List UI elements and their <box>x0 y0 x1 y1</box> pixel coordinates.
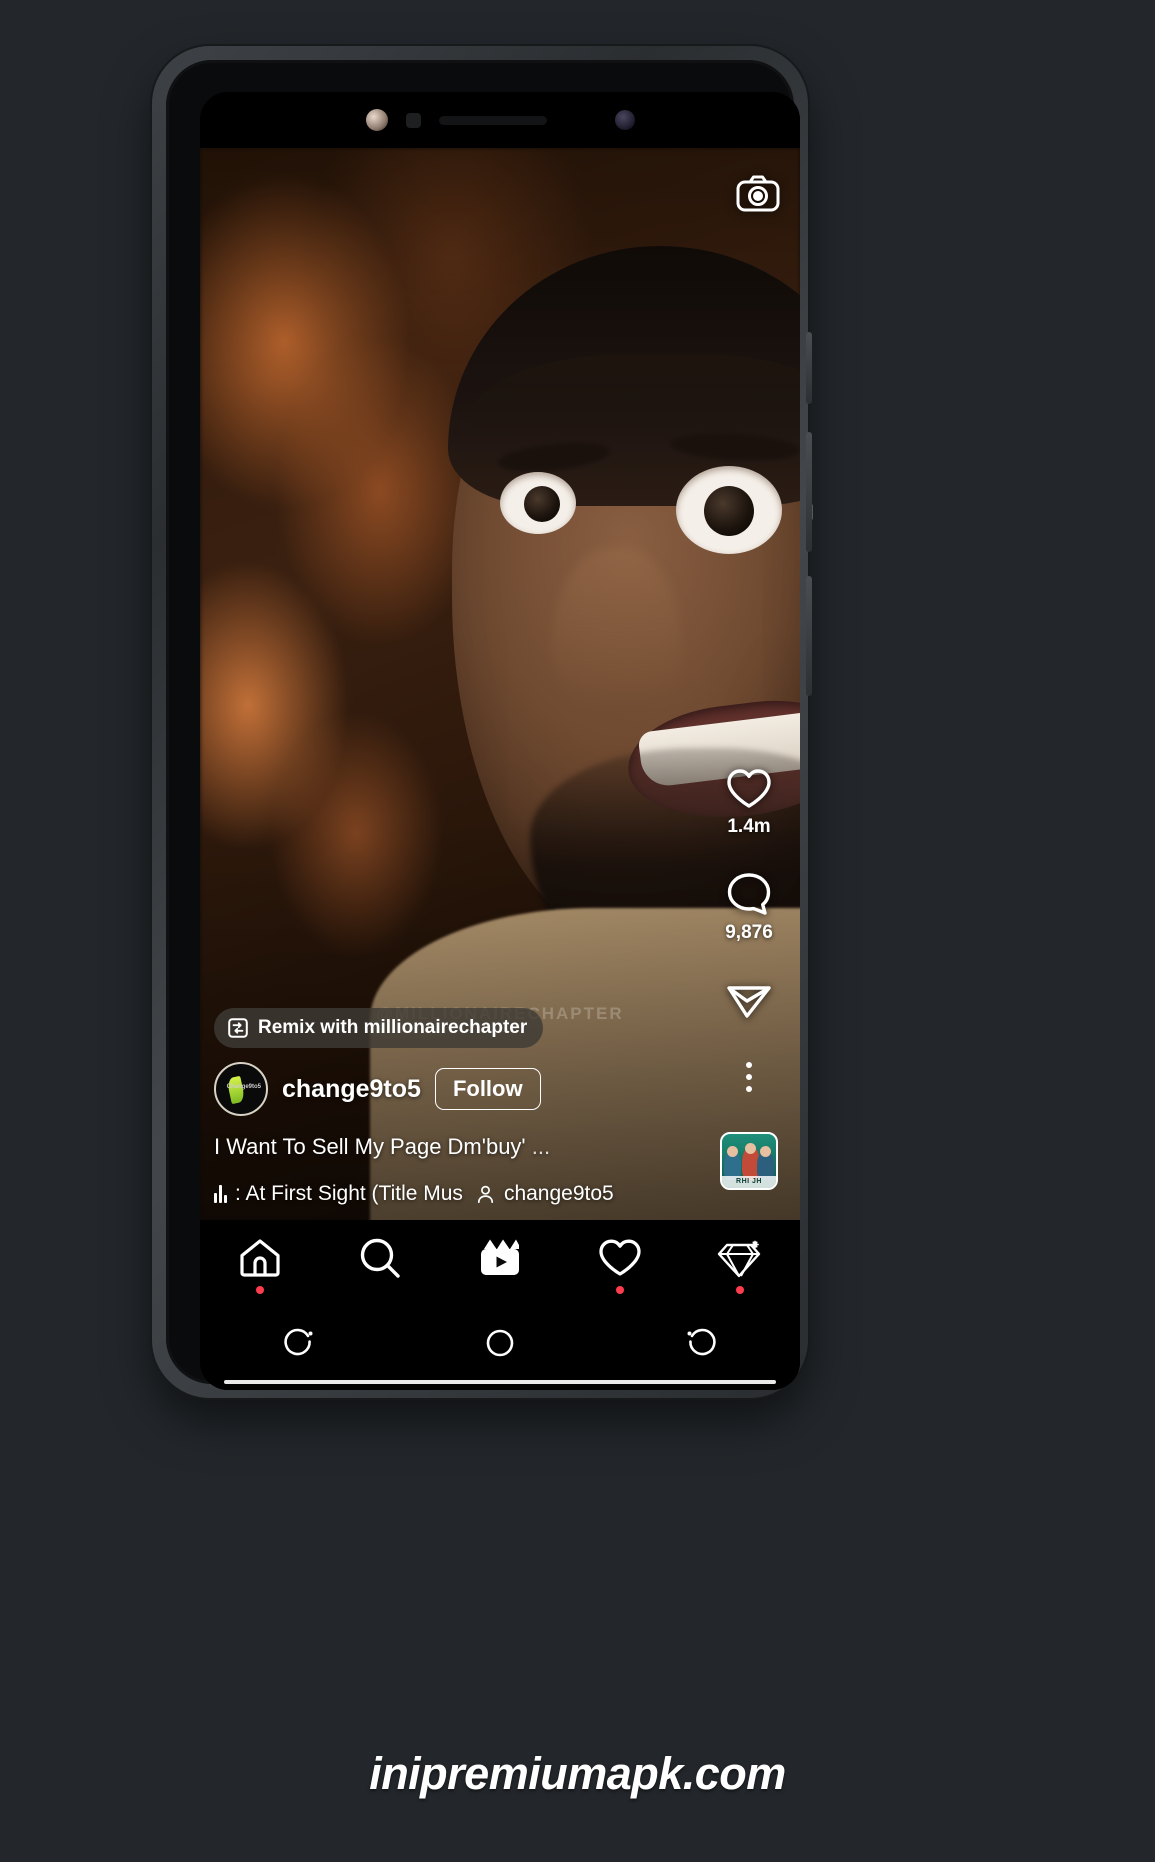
earpiece-speaker-icon <box>438 115 547 125</box>
like-action[interactable]: 1.4m <box>726 768 772 838</box>
volume-up-button[interactable] <box>806 432 812 552</box>
home-icon <box>238 1237 282 1284</box>
avatar[interactable]: Change9to5 <box>214 1062 268 1116</box>
site-watermark: inipremiumapk.com <box>369 1748 786 1799</box>
author-username[interactable]: change9to5 <box>282 1075 421 1104</box>
power-button[interactable] <box>806 332 812 404</box>
status-bar <box>200 92 800 148</box>
nav-back-button[interactable] <box>280 1323 320 1368</box>
remix-icon <box>227 1017 249 1039</box>
author-row: Change9to5 change9to5 Follow <box>214 1062 786 1116</box>
caption-more[interactable]: ... <box>532 1134 550 1159</box>
reel-video[interactable]: @MILLIONAIRECHAPTER <box>200 148 800 1220</box>
screenshot-root: @MILLIONAIRECHAPTER <box>0 0 1155 1862</box>
reels-icon <box>477 1237 523 1284</box>
nav-recents-button[interactable] <box>680 1323 720 1368</box>
app-tab-bar <box>200 1220 800 1300</box>
comment-count: 9,876 <box>725 922 773 943</box>
sidebar-item-shop[interactable] <box>700 1230 780 1294</box>
audio-attribution: change9to5 <box>503 1182 614 1205</box>
nav-home-button[interactable] <box>480 1323 520 1368</box>
camera-button[interactable] <box>736 174 780 217</box>
remix-label: Remix with millionairechapter <box>258 1017 528 1038</box>
home-indicator[interactable] <box>224 1380 776 1384</box>
shop-badge <box>736 1286 744 1294</box>
sidebar-item-activity[interactable] <box>580 1230 660 1294</box>
person-icon <box>477 1185 494 1204</box>
sidebar-item-home[interactable] <box>220 1230 300 1294</box>
audio-title: : At First Sight (Title Mus <box>235 1182 463 1205</box>
heart-icon <box>598 1238 642 1283</box>
android-navigation-bar <box>200 1300 800 1390</box>
phone-screen: @MILLIONAIRECHAPTER <box>200 92 800 1390</box>
audio-equalizer-icon <box>214 1185 227 1203</box>
activity-badge <box>616 1286 624 1294</box>
phone-bezel: @MILLIONAIRECHAPTER <box>166 60 800 1390</box>
comment-action[interactable]: 9,876 <box>725 872 773 944</box>
follow-button[interactable]: Follow <box>434 1068 541 1110</box>
front-camera-icon <box>365 109 388 131</box>
reel-info-overlay: Remix with millionairechapter Change9to5… <box>200 1008 800 1220</box>
diamond-icon <box>717 1237 763 1284</box>
avatar-leaf-icon <box>226 1075 246 1105</box>
like-count: 1.4m <box>727 816 771 837</box>
secondary-camera-icon <box>614 110 635 130</box>
caption-text: I Want To Sell My Page Dm'buy' <box>214 1134 526 1159</box>
avatar-label: Change9to5 <box>226 1084 261 1090</box>
volume-down-button[interactable] <box>806 576 812 696</box>
comment-icon <box>726 872 772 916</box>
phone-device: @MILLIONAIRECHAPTER <box>152 46 813 1398</box>
remix-button[interactable]: Remix with millionairechapter <box>214 1008 544 1048</box>
sidebar-item-reels[interactable] <box>460 1230 540 1290</box>
sidebar-item-search[interactable] <box>340 1230 420 1290</box>
heart-icon <box>726 768 772 810</box>
search-icon <box>358 1236 402 1285</box>
audio-row[interactable]: : At First Sight (Title Mus change9to5 <box>214 1182 786 1206</box>
proximity-sensor-icon <box>405 112 421 128</box>
caption[interactable]: I Want To Sell My Page Dm'buy' ... <box>214 1134 786 1160</box>
home-badge <box>256 1286 264 1294</box>
